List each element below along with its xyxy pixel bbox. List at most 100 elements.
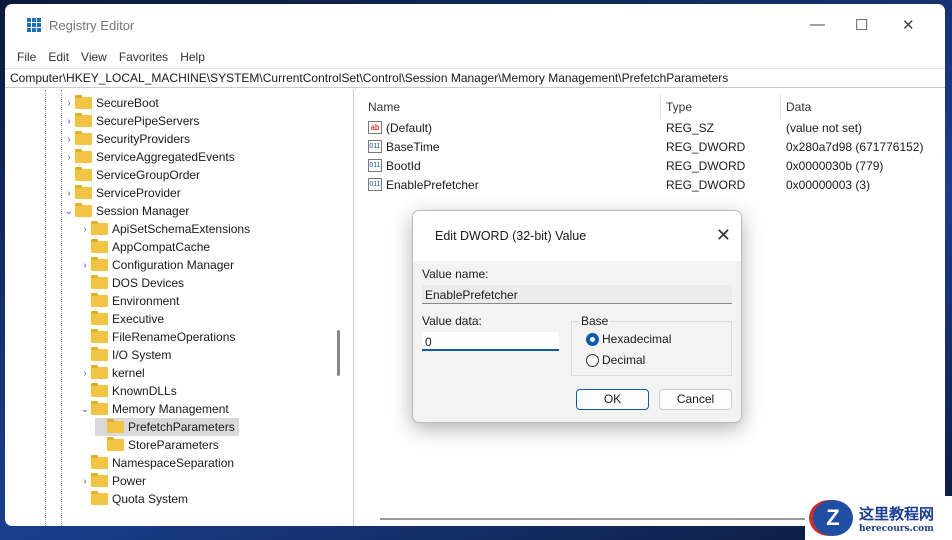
dialog-close-button[interactable]: ✕ xyxy=(716,225,731,246)
tree-item[interactable]: › SecureBoot xyxy=(63,94,159,112)
tree-item-label: SecurityProviders xyxy=(96,132,191,146)
tree-item[interactable]: ⌄ Session Manager xyxy=(63,202,189,220)
menu-help[interactable]: Help xyxy=(174,50,211,64)
value-data-label: Value data: xyxy=(422,314,482,328)
window-title: Registry Editor xyxy=(49,17,135,33)
tree-scrollbar[interactable] xyxy=(337,330,340,376)
chevron-down-icon[interactable]: ⌄ xyxy=(63,206,75,217)
tree-item[interactable]: ServiceGroupOrder xyxy=(63,166,200,184)
folder-icon xyxy=(107,419,124,433)
tree-item-label: ServiceGroupOrder xyxy=(96,168,201,182)
chevron-right-icon[interactable]: › xyxy=(79,224,91,235)
tree-item[interactable]: NamespaceSeparation xyxy=(79,454,234,472)
tree-item[interactable]: Executive xyxy=(79,310,164,328)
value-data: 0x0000030b (779) xyxy=(786,158,884,173)
tree-item[interactable]: StoreParameters xyxy=(95,436,219,454)
folder-icon xyxy=(91,455,108,469)
binary-value-icon: 011 xyxy=(368,178,382,191)
tree-item[interactable]: › SecurePipeServers xyxy=(63,112,199,130)
value-type: REG_DWORD xyxy=(666,158,746,173)
menu-file[interactable]: File xyxy=(11,50,42,64)
chevron-right-icon[interactable]: › xyxy=(79,476,91,487)
title-bar: Registry Editor — ☐ ✕ xyxy=(5,4,945,46)
dialog-title: Edit DWORD (32-bit) Value xyxy=(413,211,741,261)
tree-item[interactable]: › kernel xyxy=(79,364,145,382)
chevron-right-icon[interactable]: › xyxy=(63,152,75,163)
chevron-right-icon[interactable]: › xyxy=(63,116,75,127)
chevron-right-icon[interactable]: › xyxy=(79,260,91,271)
chevron-right-icon[interactable]: › xyxy=(79,368,91,379)
tree-item[interactable]: › Configuration Manager xyxy=(79,256,234,274)
column-divider xyxy=(660,94,661,118)
radio-selected-icon xyxy=(586,332,599,346)
folder-icon xyxy=(75,113,92,127)
tree-item[interactable]: › ServiceAggregatedEvents xyxy=(63,148,235,166)
column-header-data[interactable]: Data xyxy=(786,100,811,114)
column-header-type[interactable]: Type xyxy=(666,100,692,114)
value-row[interactable]: 011 BaseTime xyxy=(368,137,440,156)
tree-item-label: NamespaceSeparation xyxy=(112,456,235,470)
chevron-right-icon[interactable]: › xyxy=(63,134,75,145)
tree-item[interactable]: FileRenameOperations xyxy=(79,328,235,346)
value-row[interactable]: ab (Default) xyxy=(368,118,432,137)
value-row[interactable]: 011 EnablePrefetcher xyxy=(368,175,479,194)
watermark-title: 这里教程网 xyxy=(859,504,935,523)
minimize-button[interactable]: — xyxy=(810,16,825,33)
tree-item-label: Memory Management xyxy=(112,402,229,416)
value-name-field: EnablePrefetcher xyxy=(422,285,732,304)
folder-icon xyxy=(91,311,108,325)
tree-item[interactable]: › ServiceProvider xyxy=(63,184,181,202)
chevron-down-icon[interactable]: ⌄ xyxy=(79,404,91,415)
binary-value-icon: 011 xyxy=(368,159,382,172)
folder-icon xyxy=(91,329,108,343)
base-label: Base xyxy=(579,314,611,328)
folder-icon xyxy=(91,239,108,253)
folder-icon xyxy=(75,131,92,145)
key-tree[interactable]: › SecureBoot › SecurePipeServers › SecurityPr… xyxy=(5,90,354,526)
cancel-button[interactable]: Cancel xyxy=(659,389,732,410)
address-bar[interactable]: Computer\HKEY_LOCAL_MACHINE\SYSTEM\Curre… xyxy=(5,68,945,88)
folder-icon xyxy=(91,257,108,271)
tree-guide xyxy=(45,90,46,526)
value-data-input[interactable]: 0 xyxy=(422,332,559,351)
tree-item-label: KnownDLLs xyxy=(112,384,177,398)
folder-icon xyxy=(107,437,124,451)
value-name: EnablePrefetcher xyxy=(386,177,479,192)
menu-bar: File Edit View Favorites Help xyxy=(5,46,945,68)
tree-item[interactable]: › ApiSetSchemaExtensions xyxy=(79,220,250,238)
tree-item[interactable]: › Power xyxy=(79,472,146,490)
tree-item[interactable]: KnownDLLs xyxy=(79,382,177,400)
chevron-right-icon[interactable]: › xyxy=(63,98,75,109)
tree-item-label: SecurePipeServers xyxy=(96,114,200,128)
value-row[interactable]: 011 BootId xyxy=(368,156,421,175)
radio-unselected-icon xyxy=(586,353,599,367)
menu-favorites[interactable]: Favorites xyxy=(113,50,174,64)
tree-item[interactable]: AppCompatCache xyxy=(79,238,210,256)
tree-item[interactable]: ⌄ Memory Management xyxy=(79,400,229,418)
menu-view[interactable]: View xyxy=(75,50,113,64)
value-name: (Default) xyxy=(386,120,433,135)
tree-item-label: SecureBoot xyxy=(96,96,159,110)
string-value-icon: ab xyxy=(368,121,382,134)
hexadecimal-radio[interactable]: Hexadecimal xyxy=(586,332,671,346)
folder-icon xyxy=(75,95,92,109)
folder-icon xyxy=(75,167,92,181)
chevron-right-icon[interactable]: › xyxy=(63,188,75,199)
hexadecimal-label: Hexadecimal xyxy=(602,332,672,346)
tree-item[interactable]: Quota System xyxy=(79,490,188,508)
tree-item[interactable]: › SecurityProviders xyxy=(63,130,190,148)
tree-item[interactable]: I/O System xyxy=(79,346,171,364)
tree-item-label: Power xyxy=(112,474,147,488)
decimal-label: Decimal xyxy=(602,353,646,367)
tree-item[interactable]: Environment xyxy=(79,292,179,310)
tree-item[interactable]: DOS Devices xyxy=(79,274,184,292)
maximize-button[interactable]: ☐ xyxy=(855,16,868,34)
close-button[interactable]: ✕ xyxy=(902,16,915,34)
column-header-name[interactable]: Name xyxy=(368,100,400,114)
value-type: REG_DWORD xyxy=(666,177,746,192)
edit-dword-dialog: Edit DWORD (32-bit) Value ✕ Value name: … xyxy=(412,210,742,423)
ok-button[interactable]: OK xyxy=(576,389,649,410)
decimal-radio[interactable]: Decimal xyxy=(586,353,645,367)
tree-item[interactable]: PrefetchParameters xyxy=(95,418,239,436)
menu-edit[interactable]: Edit xyxy=(42,50,75,64)
